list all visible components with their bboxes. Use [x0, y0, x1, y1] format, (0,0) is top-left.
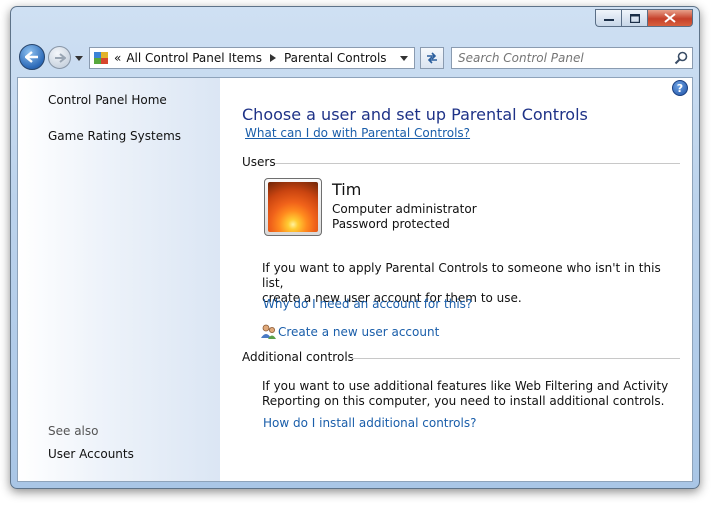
recent-pages-button[interactable]	[74, 53, 84, 63]
user-avatar	[268, 182, 318, 232]
task-pane: Control Panel Home Game Rating Systems S…	[18, 78, 220, 481]
game-rating-systems-link[interactable]: Game Rating Systems	[48, 129, 181, 143]
maximize-icon	[629, 13, 640, 23]
help-icon[interactable]: ?	[672, 80, 688, 96]
chevron-down-icon	[75, 55, 83, 61]
search-input[interactable]	[452, 48, 666, 68]
forward-button[interactable]	[48, 46, 71, 69]
refresh-button[interactable]	[420, 47, 444, 69]
window-controls	[595, 9, 693, 27]
why-account-link[interactable]: Why do I need an account for this?	[263, 297, 472, 311]
main-panel: ? Choose a user and set up Parental Cont…	[220, 78, 692, 481]
minimize-icon	[603, 19, 614, 21]
forward-arrow-icon	[54, 52, 66, 63]
users-section-heading: Users	[242, 155, 276, 169]
user-password-status: Password protected	[332, 217, 450, 231]
address-bar[interactable]: « All Control Panel Items Parental Contr…	[89, 47, 415, 69]
explorer-window: « All Control Panel Items Parental Contr…	[10, 6, 700, 489]
search-box[interactable]	[451, 47, 693, 69]
additional-divider	[351, 358, 680, 359]
navigation-bar: « All Control Panel Items Parental Contr…	[17, 43, 693, 73]
back-button[interactable]	[19, 44, 45, 70]
breadcrumb-item-all-items[interactable]: All Control Panel Items	[126, 51, 262, 65]
maximize-button[interactable]	[621, 9, 647, 27]
breadcrumb-separator-icon[interactable]	[269, 54, 276, 62]
user-role: Computer administrator	[332, 202, 477, 216]
user-accounts-link[interactable]: User Accounts	[48, 447, 134, 461]
title-bar	[11, 7, 699, 39]
users-icon	[261, 324, 276, 339]
back-arrow-icon	[25, 51, 38, 63]
additional-instructions: If you want to use additional features l…	[262, 379, 682, 409]
breadcrumb-overflow[interactable]: «	[114, 51, 121, 65]
users-divider	[275, 163, 680, 164]
control-panel-home-link[interactable]: Control Panel Home	[48, 93, 167, 107]
additional-text-line-1: If you want to use additional features l…	[262, 379, 669, 393]
create-account-link[interactable]: Create a new user account	[278, 325, 439, 339]
minimize-button[interactable]	[595, 9, 621, 27]
user-tile-tim[interactable]	[264, 178, 322, 236]
refresh-icon	[427, 52, 437, 64]
what-can-i-do-link[interactable]: What can I do with Parental Controls?	[245, 126, 470, 140]
search-icon[interactable]	[674, 51, 688, 65]
see-also-heading: See also	[48, 424, 99, 438]
additional-text-line-2: Reporting on this computer, you need to …	[262, 394, 665, 408]
address-dropdown-icon[interactable]	[400, 56, 408, 61]
close-button[interactable]	[647, 9, 693, 27]
additional-controls-heading: Additional controls	[242, 350, 354, 364]
install-controls-link[interactable]: How do I install additional controls?	[263, 416, 476, 430]
content-area: Control Panel Home Game Rating Systems S…	[17, 77, 693, 482]
user-name[interactable]: Tim	[332, 180, 361, 199]
control-panel-icon	[94, 52, 108, 64]
apply-text-line-1: If you want to apply Parental Controls t…	[262, 261, 661, 290]
breadcrumb-item-parental-controls[interactable]: Parental Controls	[284, 51, 387, 65]
create-account-row[interactable]: Create a new user account	[260, 324, 439, 340]
close-icon	[664, 13, 676, 23]
page-title: Choose a user and set up Parental Contro…	[242, 105, 588, 124]
